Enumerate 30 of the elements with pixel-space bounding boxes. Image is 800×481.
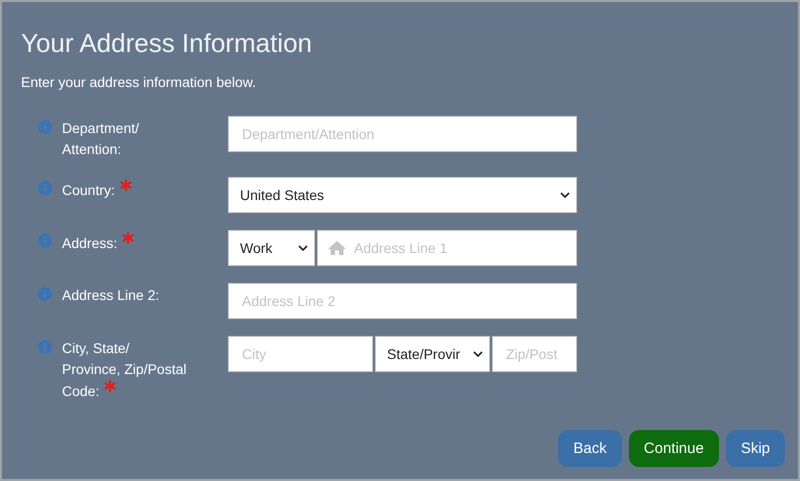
chevron-icon [473, 351, 483, 357]
info-icon[interactable] [38, 120, 52, 134]
dropdown[interactable]: State/Provir [375, 336, 490, 372]
info-icon[interactable] [38, 287, 52, 301]
text-field[interactable]: Department/Attention [228, 116, 577, 152]
dropdown[interactable]: Work [228, 230, 315, 266]
continue-button[interactable]: Continue [628, 430, 719, 467]
chevron-icon [560, 192, 570, 198]
page-title: Your Address Information [21, 27, 312, 60]
field-label: Country: [62, 179, 190, 201]
chevron-icon [298, 245, 308, 251]
info-icon[interactable] [38, 234, 52, 248]
info-icon[interactable] [38, 181, 52, 195]
required-icon [104, 380, 116, 392]
field-label: Address: [62, 232, 190, 254]
required-icon [120, 179, 132, 191]
text-field[interactable]: Address Line 2 [228, 283, 577, 319]
field-label: Address Line 2: [62, 286, 160, 305]
field-label: Department/ Attention: [62, 119, 140, 159]
required-icon [122, 232, 134, 244]
nav-button[interactable]: Back [558, 430, 622, 467]
text-field[interactable]: Address Line 1 [317, 230, 577, 266]
text-field[interactable]: Zip/Post [492, 336, 577, 372]
field-label: City, State/ Province, Zip/Postal Code: [62, 339, 188, 401]
nav-button[interactable]: Skip [726, 430, 785, 467]
home-icon [327, 240, 347, 256]
info-icon[interactable] [38, 340, 52, 354]
text-field[interactable]: City [228, 336, 373, 372]
dropdown[interactable]: United States [228, 177, 577, 213]
page-subtitle: Enter your address information below. [21, 73, 256, 92]
